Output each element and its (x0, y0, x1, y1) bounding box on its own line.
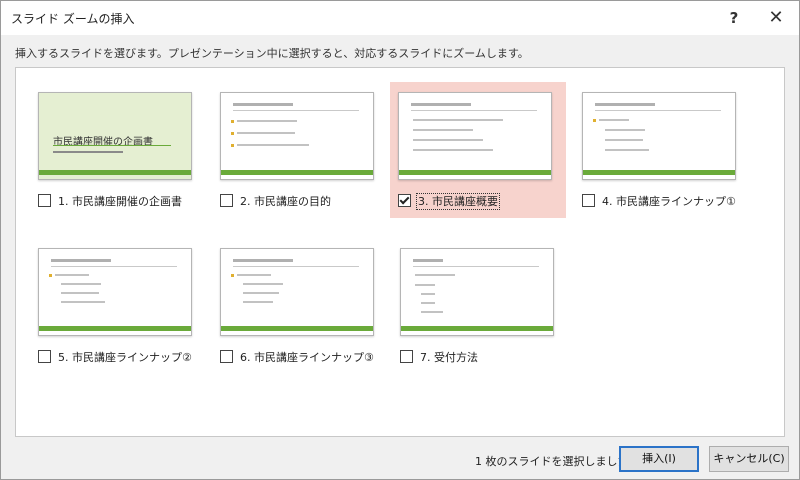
thumbnail-rule (53, 145, 171, 146)
slide-checkbox-checked[interactable] (398, 194, 411, 207)
slide-label[interactable]: 7. 受付方法 (420, 351, 478, 364)
thumbnail-heading (595, 103, 655, 106)
thumbnail-text-line (415, 284, 435, 286)
close-icon[interactable]: ✕ (761, 5, 791, 31)
slide-checkbox-row[interactable]: 6. 市民講座ラインナップ③ (220, 346, 374, 364)
slide-item-1[interactable]: 市民講座開催の企画書 1. 市民講座開催の企画書 (30, 82, 202, 218)
slide-checkbox-row[interactable]: 3. 市民講座概要 (398, 190, 500, 210)
thumbnail-accent-bar (221, 170, 373, 175)
thumbnail-text-line (421, 302, 435, 304)
thumbnail-heading (233, 103, 293, 106)
cancel-button[interactable]: キャンセル(C) (709, 446, 789, 472)
thumbnail-rule (595, 110, 721, 111)
thumbnail-heading (413, 259, 443, 262)
slide-checkbox[interactable] (38, 194, 51, 207)
slide-item-7[interactable]: 7. 受付方法 (392, 238, 564, 374)
bullet-icon (231, 120, 234, 123)
thumbnail-accent-bar (39, 326, 191, 331)
slide-checkbox-row[interactable]: 7. 受付方法 (400, 346, 478, 364)
bullet-icon (231, 132, 234, 135)
title-bar: スライド ズームの挿入 ? ✕ (1, 1, 799, 35)
thumbnail-text-line (415, 274, 455, 276)
thumbnail-text-line (599, 119, 629, 121)
thumbnail-text-line (413, 139, 483, 141)
slide-checkbox-row[interactable]: 2. 市民講座の目的 (220, 190, 331, 208)
thumbnail-text-line (237, 132, 295, 134)
slide-thumbnail[interactable] (398, 92, 552, 180)
thumbnail-rule (411, 110, 537, 111)
bullet-icon (231, 144, 234, 147)
thumbnail-heading (411, 103, 471, 106)
thumbnail-text-line (237, 120, 297, 122)
slide-checkbox-row[interactable]: 4. 市民講座ラインナップ① (582, 190, 736, 208)
insert-button[interactable]: 挿入(I) (619, 446, 699, 472)
slide-label[interactable]: 3. 市民講座概要 (416, 192, 500, 210)
slide-zoom-dialog: スライド ズームの挿入 ? ✕ 挿入するスライドを選びます。プレゼンテーション中… (0, 0, 800, 480)
thumbnail-text-line (61, 283, 101, 285)
thumbnail-accent-bar (583, 170, 735, 175)
thumbnail-text-line (605, 129, 645, 131)
thumbnail-text-line (243, 301, 273, 303)
instruction-text: 挿入するスライドを選びます。プレゼンテーション中に選択すると、対応するスライドに… (15, 47, 529, 60)
slide-thumbnail[interactable] (582, 92, 736, 180)
thumbnail-rule (233, 266, 359, 267)
thumbnail-subtitle (53, 151, 123, 153)
thumbnail-rule (51, 266, 177, 267)
slide-checkbox[interactable] (220, 350, 233, 363)
slide-checkbox-row[interactable]: 5. 市民講座ラインナップ② (38, 346, 192, 364)
thumbnail-text-line (61, 301, 105, 303)
thumbnail-text-line (55, 274, 89, 276)
slide-thumbnail[interactable] (220, 92, 374, 180)
bullet-icon (49, 274, 52, 277)
thumbnail-text-line (413, 149, 493, 151)
slide-label[interactable]: 4. 市民講座ラインナップ① (602, 195, 736, 208)
slide-thumbnail[interactable] (220, 248, 374, 336)
slide-checkbox[interactable] (582, 194, 595, 207)
thumbnail-text-line (413, 119, 503, 121)
slide-checkbox[interactable] (220, 194, 233, 207)
thumbnail-text-line (421, 293, 435, 295)
thumbnail-accent-bar (221, 326, 373, 331)
thumbnail-text-line (243, 283, 283, 285)
bullet-icon (593, 119, 596, 122)
slide-thumbnail[interactable] (400, 248, 554, 336)
thumbnail-rule (233, 110, 359, 111)
slide-item-5[interactable]: 5. 市民講座ラインナップ② (30, 238, 202, 374)
thumbnail-heading (51, 259, 111, 262)
slide-label[interactable]: 6. 市民講座ラインナップ③ (240, 351, 374, 364)
slide-checkbox-row[interactable]: 1. 市民講座開催の企画書 (38, 190, 182, 208)
thumbnail-text-line (605, 149, 649, 151)
slide-checkbox[interactable] (38, 350, 51, 363)
slide-item-6[interactable]: 6. 市民講座ラインナップ③ (212, 238, 384, 374)
slide-label[interactable]: 5. 市民講座ラインナップ② (58, 351, 192, 364)
thumbnail-text-line (605, 139, 643, 141)
slide-list-panel: 市民講座開催の企画書 1. 市民講座開催の企画書 2. 市民講座の目的 3. 市… (15, 67, 785, 437)
slide-item-4[interactable]: 4. 市民講座ラインナップ① (574, 82, 746, 218)
selection-status: 1 枚のスライドを選択しました (475, 455, 629, 468)
thumbnail-accent-bar (399, 170, 551, 175)
bullet-icon (231, 274, 234, 277)
slide-thumbnail[interactable] (38, 248, 192, 336)
help-button[interactable]: ? (719, 5, 749, 31)
thumbnail-text-line (61, 292, 99, 294)
thumbnail-text-line (243, 292, 279, 294)
slide-thumbnail[interactable]: 市民講座開催の企画書 (38, 92, 192, 180)
thumbnail-text-line (413, 129, 473, 131)
thumbnail-text-line (421, 311, 443, 313)
thumbnail-heading (233, 259, 293, 262)
dialog-title: スライド ズームの挿入 (11, 12, 135, 26)
thumbnail-text-line (237, 274, 271, 276)
slide-label[interactable]: 2. 市民講座の目的 (240, 195, 331, 208)
slide-item-3[interactable]: 3. 市民講座概要 (390, 82, 566, 218)
slide-label[interactable]: 1. 市民講座開催の企画書 (58, 195, 182, 208)
slide-item-2[interactable]: 2. 市民講座の目的 (212, 82, 384, 218)
thumbnail-accent-bar (401, 326, 553, 331)
slide-checkbox[interactable] (400, 350, 413, 363)
thumbnail-accent-bar (39, 170, 191, 175)
thumbnail-text-line (237, 144, 309, 146)
thumbnail-rule (413, 266, 539, 267)
